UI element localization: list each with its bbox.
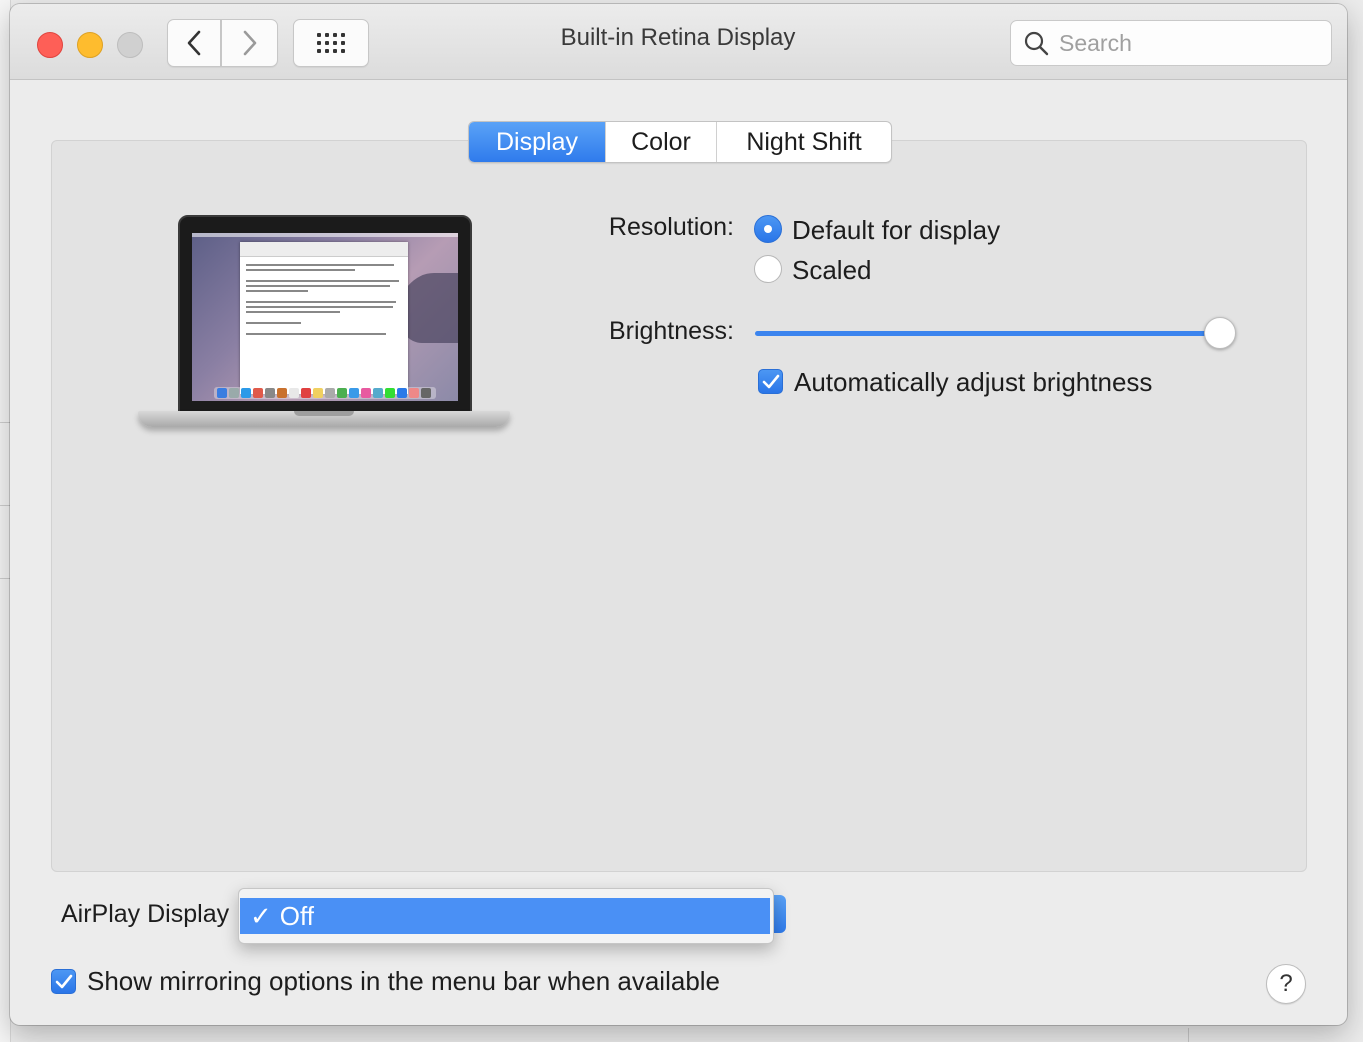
brightness-slider-track[interactable] bbox=[755, 331, 1213, 336]
mirroring-options-label[interactable]: Show mirroring options in the menu bar w… bbox=[87, 966, 720, 997]
show-all-button[interactable] bbox=[293, 19, 369, 67]
mirroring-options-checkbox[interactable] bbox=[51, 969, 76, 994]
tab-color[interactable]: Color bbox=[605, 122, 716, 162]
minimize-button[interactable] bbox=[77, 32, 103, 58]
search-field[interactable] bbox=[1010, 20, 1332, 66]
option-default-for-display-label[interactable]: Default for display bbox=[792, 215, 1000, 246]
title-bar: Built-in Retina Display bbox=[10, 4, 1347, 80]
laptop-illustration bbox=[138, 215, 510, 445]
background-divider bbox=[0, 422, 10, 423]
dock-thumbnail bbox=[214, 387, 436, 399]
system-preferences-window: Built-in Retina Display Display Color Ni… bbox=[10, 4, 1347, 1025]
background-divider bbox=[1188, 1028, 1189, 1042]
tab-display[interactable]: Display bbox=[469, 122, 605, 162]
airplay-dropdown-menu[interactable]: ✓ Off bbox=[238, 888, 774, 944]
search-icon bbox=[1024, 31, 1049, 56]
brightness-slider-knob[interactable] bbox=[1204, 317, 1236, 349]
help-button[interactable]: ? bbox=[1266, 964, 1306, 1004]
forward-button[interactable] bbox=[221, 19, 278, 67]
background-divider bbox=[0, 505, 10, 506]
document-thumbnail bbox=[240, 242, 408, 394]
airplay-option-label: Off bbox=[279, 900, 314, 931]
checkmark-icon: ✓ bbox=[250, 900, 272, 931]
airplay-option-off[interactable]: ✓ Off bbox=[240, 898, 770, 934]
radio-scaled[interactable] bbox=[754, 255, 782, 283]
tab-bar: Display Color Night Shift bbox=[468, 121, 892, 163]
auto-brightness-label[interactable]: Automatically adjust brightness bbox=[794, 367, 1152, 398]
airplay-display-label: AirPlay Display bbox=[61, 900, 230, 928]
grid-icon bbox=[317, 33, 345, 53]
radio-default-for-display[interactable] bbox=[754, 215, 782, 243]
display-panel: Resolution: Default for display Scaled B… bbox=[51, 140, 1307, 872]
close-button[interactable] bbox=[37, 32, 63, 58]
checkmark-icon bbox=[762, 374, 779, 388]
brightness-label: Brightness: bbox=[608, 317, 734, 345]
resolution-label: Resolution: bbox=[608, 213, 734, 241]
checkmark-icon bbox=[55, 974, 72, 988]
background-divider bbox=[0, 578, 10, 579]
back-button[interactable] bbox=[167, 19, 221, 67]
chevron-right-icon bbox=[243, 30, 256, 56]
window-title: Built-in Retina Display bbox=[560, 24, 796, 51]
search-input[interactable] bbox=[1057, 28, 1311, 58]
tab-night-shift[interactable]: Night Shift bbox=[716, 122, 891, 162]
option-scaled-label[interactable]: Scaled bbox=[792, 255, 872, 286]
chevron-left-icon bbox=[187, 30, 201, 56]
auto-brightness-checkbox[interactable] bbox=[758, 369, 783, 394]
zoom-button bbox=[117, 32, 143, 58]
